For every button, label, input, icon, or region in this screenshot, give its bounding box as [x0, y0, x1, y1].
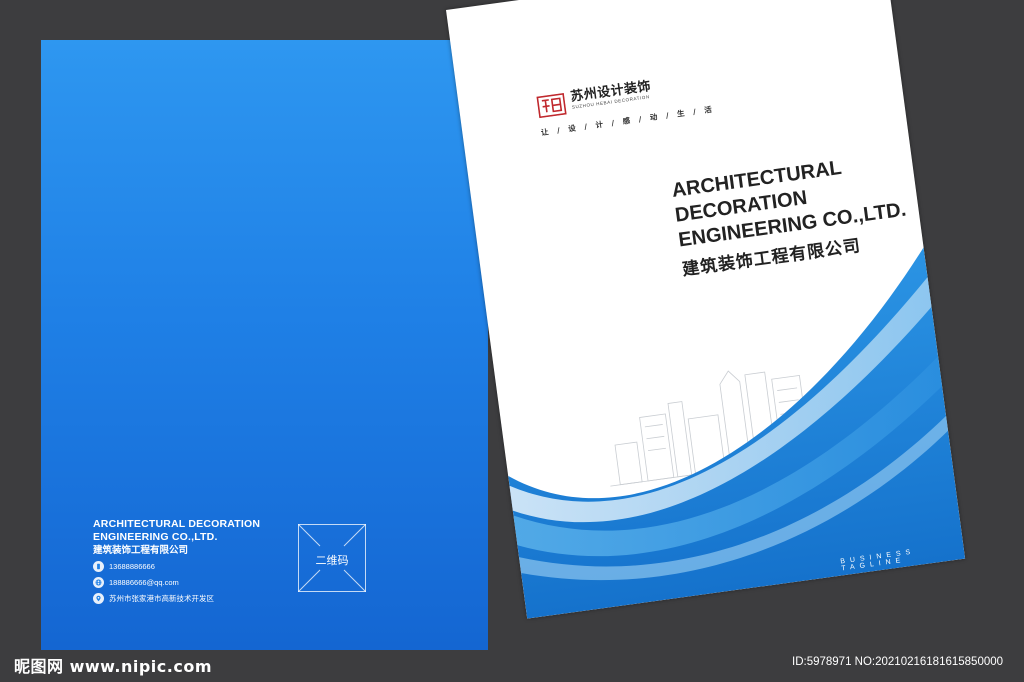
watermark-right: ID:5978971 NO:20210216181615850000: [792, 656, 1004, 668]
contact-phone-text: 13688886666: [109, 562, 155, 571]
back-company-block: ARCHITECTURAL DECORATION ENGINEERING CO.…: [93, 518, 260, 558]
contact-address: 苏州市张家港市高新技术开发区: [93, 593, 214, 604]
globe-icon: [93, 577, 104, 588]
contact-email: 188886666@qq.com: [93, 577, 179, 588]
front-cover: 苏州设计装饰 SUZHOU HEBAI DECORATION 让 / 设 / 计…: [446, 0, 966, 619]
back-company-cn: 建筑装饰工程有限公司: [93, 545, 189, 556]
contact-address-text: 苏州市张家港市高新技术开发区: [109, 594, 214, 603]
qr-code-placeholder: 二维码: [297, 523, 367, 593]
contact-phone: 13688886666: [93, 561, 155, 572]
contact-email-text: 188886666@qq.com: [109, 578, 179, 587]
qr-code-label: 二维码: [315, 554, 349, 567]
brand-logo-icon: [536, 92, 567, 119]
back-company-en-line1: ARCHITECTURAL DECORATION: [93, 518, 261, 530]
front-cover-artwork: [508, 247, 966, 619]
back-cover: ARCHITECTURAL DECORATION ENGINEERING CO.…: [41, 40, 488, 650]
watermark-left: 昵图网 www.nipic.com: [14, 657, 212, 676]
phone-icon: [93, 561, 104, 572]
location-icon: [93, 593, 104, 604]
back-company-en-line2: ENGINEERING CO.,LTD.: [93, 531, 218, 543]
